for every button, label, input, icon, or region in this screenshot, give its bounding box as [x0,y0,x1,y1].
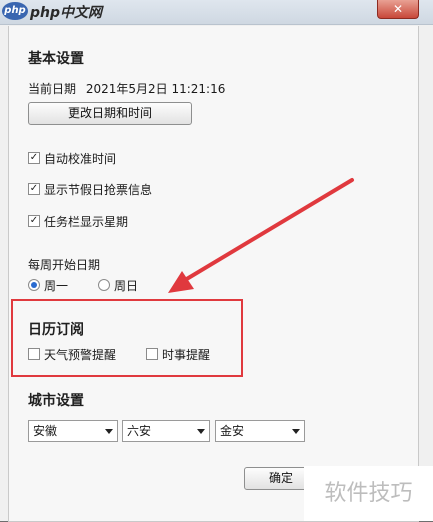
taskbar-weekday-checkbox[interactable]: ✓ [28,215,40,227]
site-logo: php [2,2,28,20]
current-date-value: 2021年5月2日 11:21:16 [85,82,226,96]
province-select[interactable]: 安徽 [28,420,118,442]
district-select[interactable]: 金安 [215,420,305,442]
current-date-row: 当前日期 2021年5月2日 11:21:16 [28,80,225,97]
auto-calibrate-label: 自动校准时间 [44,152,117,166]
holiday-tickets-label: 显示节假日抢票信息 [44,183,153,197]
annotation-arrow [168,178,354,293]
close-button[interactable]: ✕ [377,0,419,19]
city-value: 六安 [127,424,152,438]
watermark: 软件技巧 [304,466,433,521]
weather-alert-label: 天气预警提醒 [44,348,117,362]
title-bar: php php中文网 ✕ [0,0,433,25]
settings-window: php php中文网 ✕ 基本设置 当前日期 2021年5月2日 11:21:1… [0,0,433,522]
district-value: 金安 [220,424,245,438]
week-start-sunday-radio[interactable] [98,279,110,291]
weather-alert-checkbox[interactable] [28,348,40,360]
change-date-time-button[interactable]: 更改日期和时间 [28,102,192,125]
basic-settings-title: 基本设置 [28,51,84,67]
chevron-down-icon [292,429,300,434]
news-alert-checkbox[interactable] [146,348,158,360]
province-value: 安徽 [33,424,58,438]
city-settings-title: 城市设置 [28,393,84,409]
city-select[interactable]: 六安 [122,420,210,442]
week-start-label: 每周开始日期 [28,258,101,272]
auto-calibrate-checkbox[interactable]: ✓ [28,152,40,164]
current-date-label: 当前日期 [28,82,77,96]
week-start-monday-radio[interactable] [28,279,40,291]
calendar-subscription-title: 日历订阅 [28,322,84,338]
taskbar-weekday-label: 任务栏显示星期 [44,215,129,229]
week-start-sunday-label: 周日 [114,279,139,293]
holiday-tickets-checkbox[interactable]: ✓ [28,183,40,195]
window-title: php中文网 [30,5,103,21]
news-alert-label: 时事提醒 [162,348,211,362]
chevron-down-icon [197,429,205,434]
chevron-down-icon [105,429,113,434]
week-start-monday-label: 周一 [44,279,69,293]
